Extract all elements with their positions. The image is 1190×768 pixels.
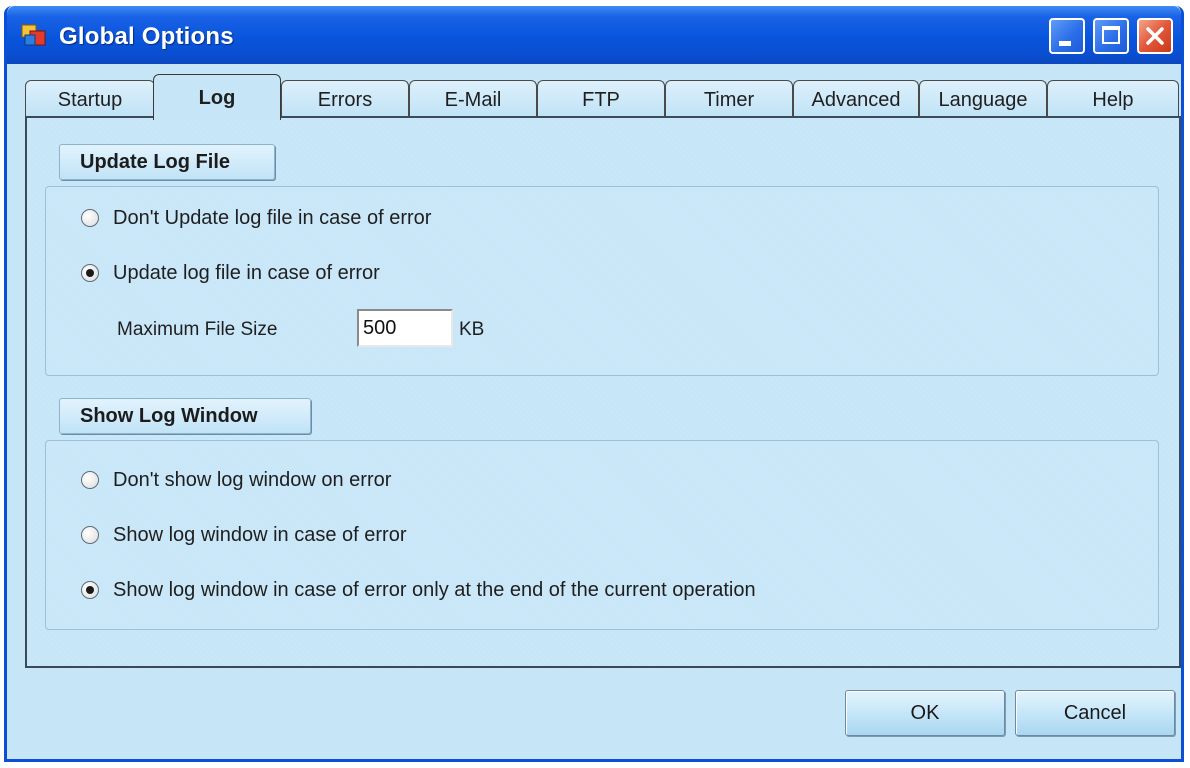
radio-dont-show-log-label: Don't show log window on error [113, 468, 392, 491]
max-file-size-input[interactable] [357, 309, 453, 347]
radio-dont-update-log[interactable]: Don't Update log file in case of error [81, 204, 431, 232]
tab-email[interactable]: E-Mail [409, 80, 537, 118]
ok-button[interactable]: OK [845, 690, 1005, 736]
update-log-header: Update Log File [59, 144, 275, 180]
tab-log[interactable]: Log [153, 74, 281, 120]
radio-dont-show-log[interactable]: Don't show log window on error [81, 466, 391, 494]
minimize-button[interactable] [1049, 18, 1085, 54]
tab-help[interactable]: Help [1047, 80, 1179, 118]
show-log-header: Show Log Window [59, 398, 311, 434]
radio-show-log-at-end[interactable]: Show log window in case of error only at… [81, 576, 756, 604]
close-button[interactable] [1137, 18, 1173, 54]
radio-show-log-on-error-indicator[interactable] [81, 526, 99, 544]
window-title: Global Options [59, 23, 234, 50]
tab-errors[interactable]: Errors [281, 80, 409, 118]
log-tab-panel: Update Log File Don't Update log file in… [25, 116, 1181, 668]
radio-show-log-on-error[interactable]: Show log window in case of error [81, 521, 406, 549]
radio-show-log-at-end-label: Show log window in case of error only at… [113, 578, 756, 601]
tab-language[interactable]: Language [919, 80, 1047, 118]
maximize-button[interactable] [1093, 18, 1129, 54]
close-icon [1146, 27, 1164, 45]
tab-timer[interactable]: Timer [665, 80, 793, 118]
app-icon [21, 24, 46, 46]
tab-startup[interactable]: Startup [25, 80, 155, 118]
max-file-size-label: Maximum File Size [117, 319, 278, 340]
tab-advanced[interactable]: Advanced [793, 80, 919, 118]
radio-update-log[interactable]: Update log file in case of error [81, 259, 380, 287]
radio-dont-show-log-indicator[interactable] [81, 471, 99, 489]
title-bar[interactable]: Global Options [7, 6, 1181, 64]
radio-dont-update-log-indicator[interactable] [81, 209, 99, 227]
radio-dont-update-log-label: Don't Update log file in case of error [113, 206, 432, 229]
radio-show-log-on-error-label: Show log window in case of error [113, 523, 407, 546]
tab-ftp[interactable]: FTP [537, 80, 665, 118]
global-options-window: Global Options Startup Log Errors E-Mail… [4, 6, 1184, 762]
radio-update-log-label: Update log file in case of error [113, 261, 380, 284]
radio-show-log-at-end-indicator[interactable] [81, 581, 99, 599]
max-file-size-unit: KB [459, 319, 485, 340]
tab-strip: Startup Log Errors E-Mail FTP Timer Adva… [25, 72, 1181, 120]
cancel-button[interactable]: Cancel [1015, 690, 1175, 736]
radio-update-log-indicator[interactable] [81, 264, 99, 282]
